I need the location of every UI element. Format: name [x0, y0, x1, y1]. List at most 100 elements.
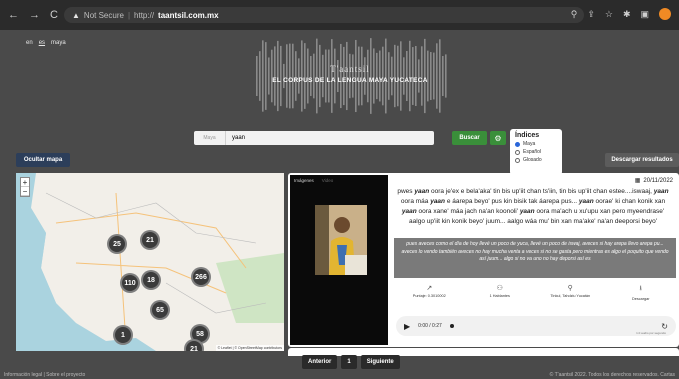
waveform-bar: [442, 56, 444, 96]
radio-glosado[interactable]: [515, 157, 520, 163]
waveform-bar: [445, 54, 447, 98]
back-icon[interactable]: ←: [8, 9, 19, 21]
waveform-bar: [424, 38, 426, 114]
index-label-glosado: Glosado: [523, 157, 542, 163]
share-icon[interactable]: ⇪: [587, 9, 595, 20]
index-option-glosado[interactable]: Glosado: [515, 157, 557, 163]
waveform-bar: [355, 39, 357, 113]
footer-links[interactable]: Información legal | Sobre el proyecto: [4, 372, 85, 378]
results-map[interactable]: + − 25 21 110 18 266 65 1 58 21 © Leafle…: [16, 173, 284, 351]
warning-icon: ▲: [72, 10, 80, 20]
speaker-photo[interactable]: [315, 205, 367, 275]
waveform-bar: [313, 53, 315, 99]
waveform-bar: [274, 46, 276, 106]
waveform-bar: [406, 50, 408, 102]
url-divider: |: [127, 10, 131, 20]
address-bar[interactable]: ▲ Not Secure | http://taantsil.com.mx: [64, 7, 584, 23]
map-cluster[interactable]: 25: [107, 234, 127, 254]
map-cluster[interactable]: 65: [150, 300, 170, 320]
star-icon[interactable]: ☆: [605, 9, 613, 20]
browser-toolbar: ← → C ▲ Not Secure | http://taantsil.com…: [0, 0, 679, 30]
lang-es[interactable]: es: [39, 40, 45, 46]
waveform-bar: [352, 54, 354, 98]
map-attribution[interactable]: © Leaflet | © OpenStreetMap contributors: [215, 345, 284, 351]
lang-en[interactable]: en: [26, 40, 33, 46]
map-cluster[interactable]: 266: [191, 267, 211, 287]
waveform-bar: [391, 56, 393, 96]
people-icon: ⚇: [496, 285, 503, 292]
audio-player: ▶ 0:00 / 0:27 ↻ 1.0 audio por segundo: [396, 316, 676, 336]
index-option-espanol[interactable]: Español: [515, 149, 557, 155]
waveform-bar: [265, 42, 267, 110]
waveform-bar: [400, 41, 402, 111]
play-icon[interactable]: ▶: [404, 322, 410, 331]
waveform-bar: [271, 49, 273, 103]
waveform-bar: [370, 38, 372, 114]
waveform-bar: [340, 43, 342, 109]
download-icon[interactable]: ⭳: [640, 284, 642, 295]
search-button[interactable]: Buscar: [452, 131, 487, 145]
hide-map-button[interactable]: Ocultar mapa: [16, 153, 70, 167]
pagination: Anterior 1 Siguiente: [302, 355, 400, 369]
waveform-bar: [310, 56, 312, 96]
waveform-bar: [292, 43, 294, 109]
replay-icon[interactable]: ↻: [661, 322, 668, 331]
map-cluster[interactable]: 110: [120, 273, 140, 293]
transcript-segment: oora je'ex e bela'aka' tin bis up'iit ch…: [429, 188, 654, 195]
audio-time: 0:00 / 0:27: [418, 323, 442, 329]
forward-icon[interactable]: →: [29, 9, 40, 21]
zoom-out-button[interactable]: −: [21, 187, 29, 196]
waveform-bar: [256, 56, 258, 96]
download-text[interactable]: Descargar: [632, 297, 650, 302]
waveform-bar: [349, 53, 351, 99]
index-label-maya: Maya: [523, 141, 536, 147]
site-subtitle: EL CORPUS DE LA LENGUA MAYA YUCATECA: [272, 77, 428, 84]
waveform-bar: [346, 41, 348, 111]
match-highlight: yaan: [401, 208, 417, 215]
transcript-segment: oorae' ki chan konik xan: [593, 198, 666, 205]
location-pin-icon: ⚲: [567, 285, 573, 292]
map-cluster[interactable]: 18: [141, 270, 161, 290]
audio-scrubber[interactable]: [449, 324, 454, 328]
search-input[interactable]: [226, 135, 426, 141]
gear-icon: ⚙: [494, 133, 502, 143]
map-cluster[interactable]: 21: [140, 230, 160, 250]
tab-images[interactable]: Imágenes: [294, 178, 314, 183]
radio-espanol[interactable]: [515, 149, 520, 155]
lang-maya[interactable]: maya: [51, 40, 66, 46]
waveform-bar: [331, 39, 333, 113]
index-option-maya[interactable]: Maya: [515, 141, 557, 147]
next-page-button[interactable]: Siguiente: [360, 355, 400, 369]
map-cluster[interactable]: 1: [113, 325, 133, 345]
waveform-bar: [295, 51, 297, 101]
footer-copyright: © T'aantsil 2022. Todos los derechos res…: [549, 372, 675, 378]
page: en es maya T'aantsil EL CORPUS DE LA LEN…: [0, 30, 679, 379]
brand-logo: T'aantsil: [330, 64, 370, 74]
settings-button[interactable]: ⚙: [490, 131, 506, 145]
waveform-bar: [379, 50, 381, 102]
location-text: Tinkul, Tahdziu Yucatán: [550, 294, 591, 298]
extension-icon[interactable]: ✱: [623, 9, 631, 20]
match-highlight: yaan: [578, 198, 594, 205]
zoom-in-button[interactable]: +: [21, 178, 29, 187]
search-language-prefix[interactable]: Maya: [194, 131, 226, 145]
radio-maya[interactable]: [515, 141, 520, 147]
sidebar-icon[interactable]: ▣: [640, 9, 649, 20]
tab-video[interactable]: Video: [322, 178, 333, 183]
current-page[interactable]: 1: [341, 355, 357, 369]
profile-avatar[interactable]: [659, 8, 671, 20]
reload-icon[interactable]: C: [50, 9, 58, 21]
prev-page-button[interactable]: Anterior: [302, 355, 338, 369]
download-item[interactable]: ⭳ Descargar: [611, 284, 671, 302]
audio-speed: 1.0 audio por segundo: [636, 331, 666, 335]
waveform-bar: [304, 43, 306, 109]
waveform-bar: [328, 49, 330, 103]
waveform-bar: [397, 45, 399, 107]
download-results-button[interactable]: Descargar resultados: [605, 153, 679, 167]
waveform-bar: [385, 38, 387, 114]
score-item: ↗ Puntaje: 0.3010002: [399, 284, 459, 302]
search-icon[interactable]: ⚲: [571, 9, 578, 20]
waveform-bar: [427, 50, 429, 102]
map-zoom-control: + −: [20, 177, 30, 197]
waveform-bar: [436, 43, 438, 109]
